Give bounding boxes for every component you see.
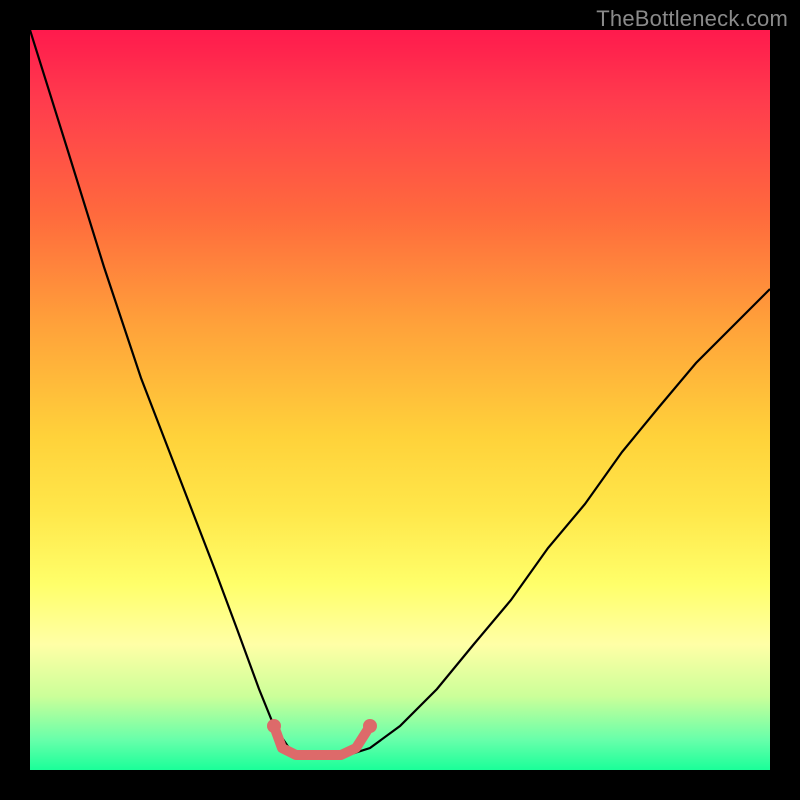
bottleneck-curve-svg	[30, 30, 770, 770]
bottleneck-curve	[30, 30, 770, 755]
optimal-zone-marker	[274, 726, 370, 755]
optimal-zone-end-dot	[363, 719, 377, 733]
plot-area	[30, 30, 770, 770]
watermark-text: TheBottleneck.com	[596, 6, 788, 32]
optimal-zone-start-dot	[267, 719, 281, 733]
stage: TheBottleneck.com	[0, 0, 800, 800]
